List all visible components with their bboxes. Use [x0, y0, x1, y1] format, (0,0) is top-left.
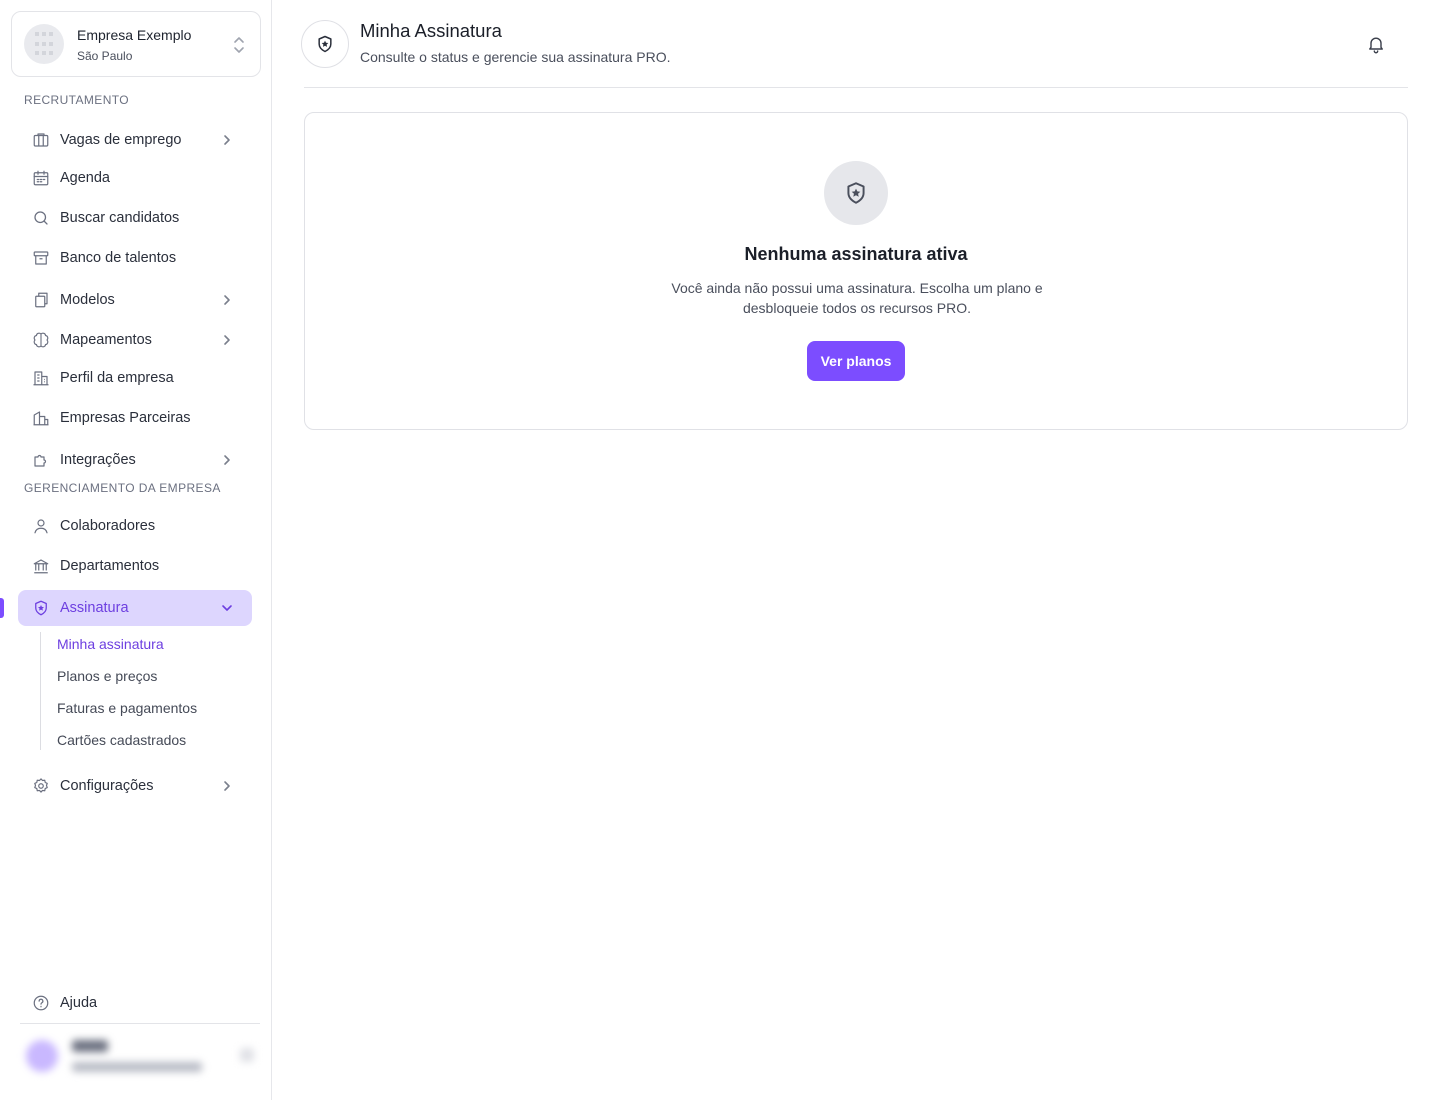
empty-state-title: Nenhuma assinatura ativa [744, 244, 968, 264]
header-shield-icon [301, 20, 349, 68]
chevron-right-icon [220, 293, 234, 307]
archive-icon [32, 249, 50, 267]
sidebar-item-label: Mapeamentos [60, 332, 152, 348]
sidebar-item-ajuda[interactable]: Ajuda [18, 985, 252, 1021]
company-avatar [24, 24, 64, 64]
view-plans-button[interactable]: Ver planos [807, 341, 905, 381]
chevron-right-icon [220, 453, 234, 467]
section-title-recruitment: RECRUTAMENTO [24, 93, 130, 107]
chevron-down-icon [220, 601, 234, 615]
sidebar-item-agenda[interactable]: Agenda [18, 160, 252, 196]
avatar [26, 1040, 58, 1072]
chevron-up-down-icon [240, 1048, 254, 1062]
active-indicator [0, 598, 4, 618]
sidebar-item-label: Assinatura [60, 600, 129, 616]
sidebar-item-label: Buscar candidatos [60, 210, 180, 226]
shield-star-icon [824, 161, 888, 225]
section-title-management: GERENCIAMENTO DA EMPRESA [24, 481, 221, 495]
company-city: São Paulo [77, 48, 133, 63]
chevron-right-icon [220, 133, 234, 147]
briefcase-icon [32, 131, 50, 149]
search-icon [32, 209, 50, 227]
company-name: Empresa Exemplo [77, 26, 192, 43]
empty-state-card: Nenhuma assinatura ativa Você ainda não … [304, 112, 1408, 430]
sidebar-item-configuracoes[interactable]: Configurações [18, 768, 252, 804]
header-divider [304, 87, 1408, 88]
sidebar-item-label: Colaboradores [60, 518, 156, 534]
sidebar-item-empresas-parceiras[interactable]: Empresas Parceiras [18, 400, 252, 436]
user-menu[interactable] [20, 1034, 260, 1084]
subnav-item-faturas-e-pagamentos[interactable]: Faturas e pagamentos [57, 700, 197, 716]
sidebar-item-label: Banco de talentos [60, 250, 177, 266]
help-circle-icon [32, 994, 50, 1012]
page-subtitle: Consulte o status e gerencie sua assinat… [360, 49, 671, 65]
shield-star-icon [32, 599, 50, 617]
buildings-icon [32, 409, 50, 427]
sidebar-item-label: Vagas de emprego [60, 132, 182, 148]
sidebar-divider [20, 1023, 260, 1024]
sidebar-item-label: Ajuda [60, 995, 98, 1011]
sidebar-item-buscar-candidatos[interactable]: Buscar candidatos [18, 200, 252, 236]
sidebar-item-departamentos[interactable]: Departamentos [18, 548, 252, 584]
subnav-item-minha-assinatura[interactable]: Minha assinatura [57, 636, 164, 652]
sidebar-item-banco-de-talentos[interactable]: Banco de talentos [18, 240, 252, 276]
sidebar-item-vagas[interactable]: Vagas de emprego [18, 122, 252, 158]
copy-icon [32, 291, 50, 309]
sidebar-item-integracoes[interactable]: Integrações [18, 442, 252, 478]
company-switcher[interactable]: Empresa Exemplo São Paulo [11, 11, 261, 77]
user-name-redacted [72, 1040, 108, 1052]
sidebar: Empresa Exemplo São Paulo RECRUTAMENTO V… [0, 0, 272, 1100]
gear-icon [32, 777, 50, 795]
subnav-item-cartoes-cadastrados[interactable]: Cartões cadastrados [57, 732, 186, 748]
user-email-redacted [72, 1062, 202, 1072]
sidebar-item-label: Configurações [60, 778, 154, 794]
chevron-right-icon [220, 779, 234, 793]
subnav-line [40, 632, 41, 750]
chevron-right-icon [220, 333, 234, 347]
subnav-item-planos-e-precos[interactable]: Planos e preços [57, 668, 157, 684]
sidebar-item-label: Agenda [60, 170, 110, 186]
chevron-up-down-icon [232, 34, 246, 56]
sidebar-item-label: Empresas Parceiras [60, 410, 191, 426]
sidebar-item-label: Perfil da empresa [60, 370, 174, 386]
building-icon [32, 369, 50, 387]
brain-icon [32, 331, 50, 349]
sidebar-item-label: Integrações [60, 452, 136, 468]
user-icon [32, 517, 50, 535]
bell-icon[interactable] [1366, 34, 1386, 54]
sidebar-item-label: Modelos [60, 292, 115, 308]
calendar-icon [32, 169, 50, 187]
sidebar-item-mapeamentos[interactable]: Mapeamentos [18, 322, 252, 358]
empty-state-description: Você ainda não possui uma assinatura. Es… [671, 280, 1043, 316]
sidebar-item-assinatura[interactable]: Assinatura [18, 590, 252, 626]
sidebar-item-colaboradores[interactable]: Colaboradores [18, 508, 252, 544]
puzzle-icon [32, 451, 50, 469]
sidebar-item-modelos[interactable]: Modelos [18, 282, 252, 318]
sidebar-item-perfil-da-empresa[interactable]: Perfil da empresa [18, 360, 252, 396]
sidebar-item-label: Departamentos [60, 558, 160, 574]
page-title: Minha Assinatura [360, 20, 502, 41]
bank-icon [32, 557, 50, 575]
